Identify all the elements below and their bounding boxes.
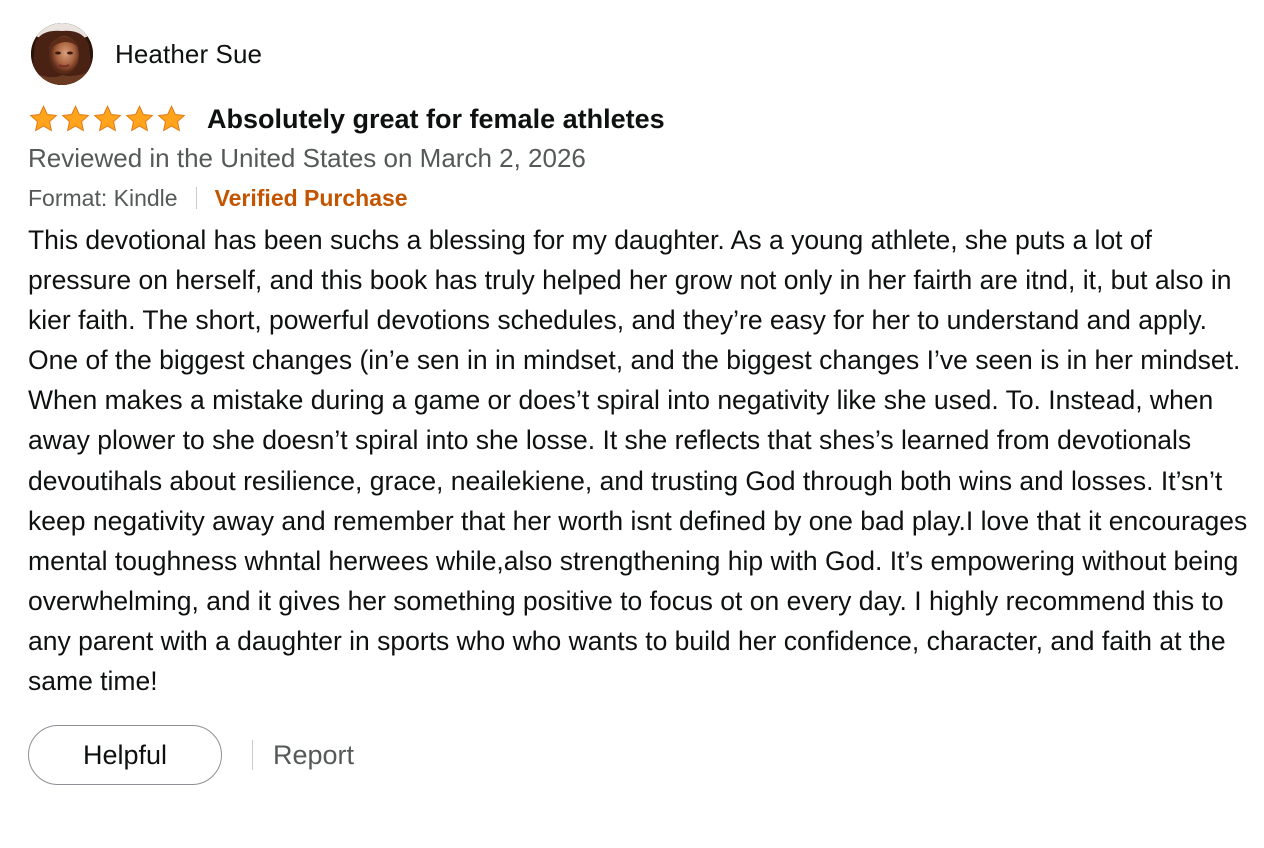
star-icon <box>29 105 58 132</box>
star-icon <box>93 105 122 132</box>
star-icon <box>61 105 90 132</box>
reviewer-profile[interactable]: Heather Sue <box>28 22 1258 86</box>
review-meta: Format: Kindle Verified Purchase <box>28 180 1258 216</box>
review-body: This devotional has been suchs a blessin… <box>28 220 1260 701</box>
review-title[interactable]: Absolutely great for female athletes <box>207 104 665 135</box>
review-date: Reviewed in the United States on March 2… <box>28 143 586 173</box>
meta-divider <box>195 187 197 209</box>
review-title-row: Absolutely great for female athletes <box>28 100 1258 138</box>
star-icon <box>157 105 186 132</box>
avatar[interactable] <box>31 23 93 85</box>
review-text: This devotional has been suchs a blessin… <box>28 225 1248 697</box>
star-icon <box>125 105 154 132</box>
actions-divider <box>252 740 253 771</box>
verified-purchase-badge: Verified Purchase <box>214 184 408 211</box>
review-actions: Helpful Report <box>28 723 1258 787</box>
helpful-button[interactable]: Helpful <box>28 725 222 786</box>
review-card: Heather Sue Absolutely great for female … <box>28 22 1258 787</box>
star-rating[interactable] <box>28 104 187 134</box>
format-label: Format: Kindle <box>28 184 178 211</box>
avatar-photo-icon <box>31 23 93 85</box>
reviewer-name[interactable]: Heather Sue <box>115 39 262 70</box>
report-link[interactable]: Report <box>273 740 354 771</box>
